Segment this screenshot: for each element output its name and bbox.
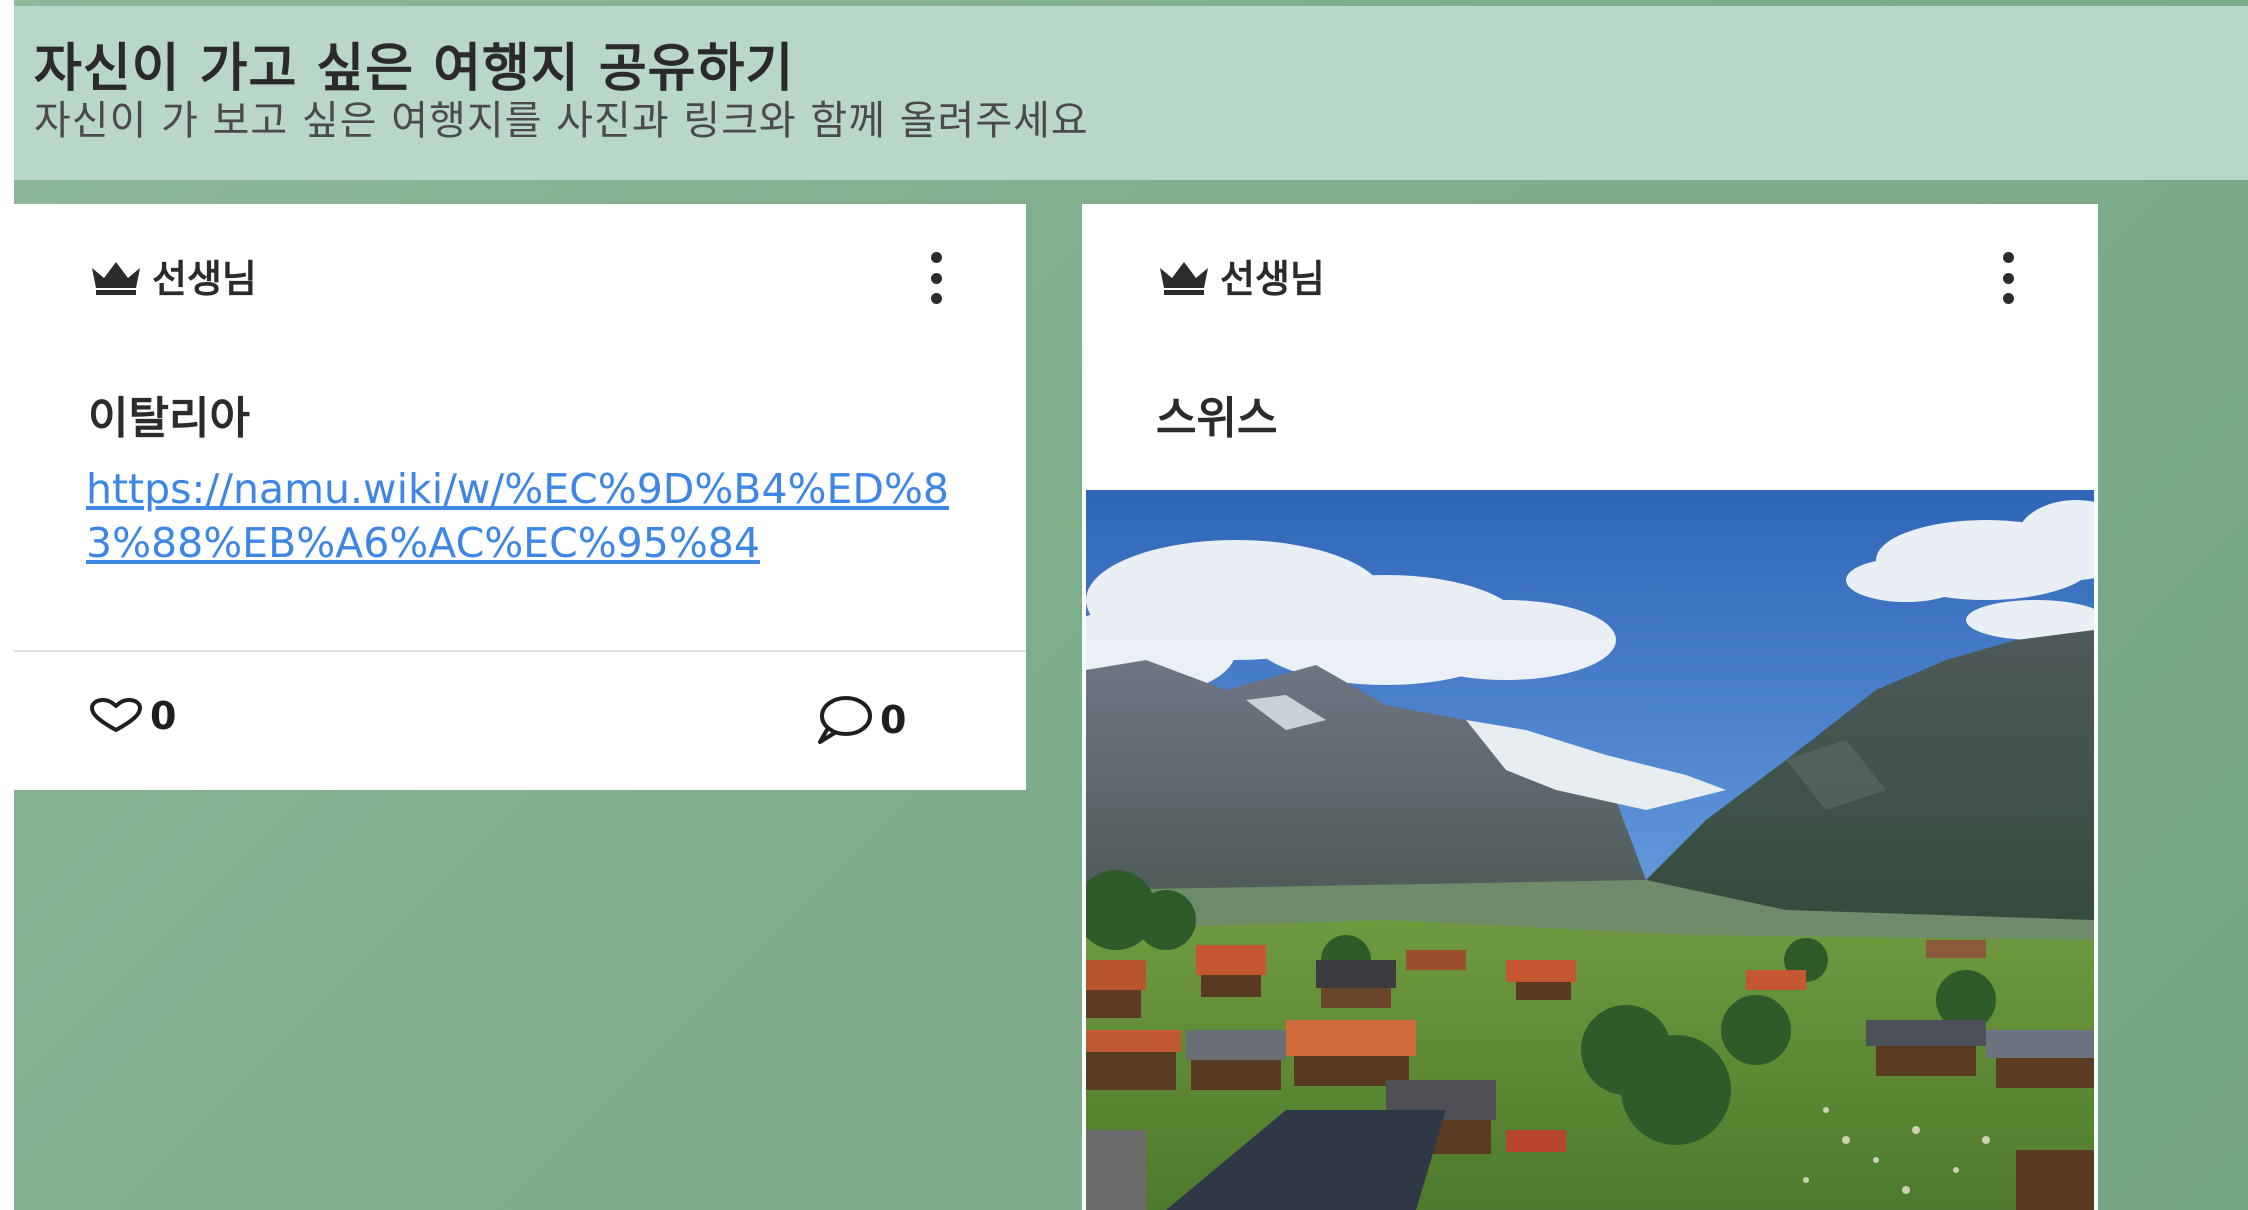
post-card[interactable]: 선생님 이탈리아 https://namu.wiki/w/%EC%9D%B4%E… (14, 204, 1026, 790)
post-title: 이탈리아 (88, 393, 250, 444)
left-edge (0, 0, 14, 1210)
post-author: 선생님 (1156, 248, 1325, 303)
crown-icon (92, 261, 140, 295)
comment-count: 0 (880, 698, 907, 742)
post-card[interactable]: 선생님 스위스 (1082, 204, 2098, 1210)
like-count: 0 (150, 694, 177, 738)
post-link[interactable]: https://namu.wiki/w/%EC%9D%B4%ED%83%88%E… (86, 462, 966, 570)
board-header: 자신이 가고 싶은 여행지 공유하기 자신이 가 보고 싶은 여행지를 사진과 … (14, 6, 2248, 180)
padlet-board: 자신이 가고 싶은 여행지 공유하기 자신이 가 보고 싶은 여행지를 사진과 … (0, 0, 2248, 1210)
post-title: 스위스 (1156, 393, 1278, 444)
card-divider (14, 650, 1026, 652)
alpine-village-photo (1086, 490, 2094, 1210)
comment-button[interactable]: 0 (814, 694, 906, 746)
post-image[interactable] (1086, 490, 2094, 1210)
author-name: 선생님 (152, 257, 257, 301)
author-name: 선생님 (1220, 257, 1325, 301)
board-description: 자신이 가 보고 싶은 여행지를 사진과 링크와 함께 올려주세요 (34, 98, 1089, 144)
post-author: 선생님 (88, 248, 257, 303)
comment-icon (818, 696, 872, 744)
crown-icon (1160, 261, 1208, 295)
kebab-menu-icon[interactable] (926, 252, 946, 304)
kebab-menu-icon[interactable] (1998, 252, 2018, 304)
like-button[interactable]: 0 (88, 694, 176, 738)
heart-icon (90, 698, 142, 732)
